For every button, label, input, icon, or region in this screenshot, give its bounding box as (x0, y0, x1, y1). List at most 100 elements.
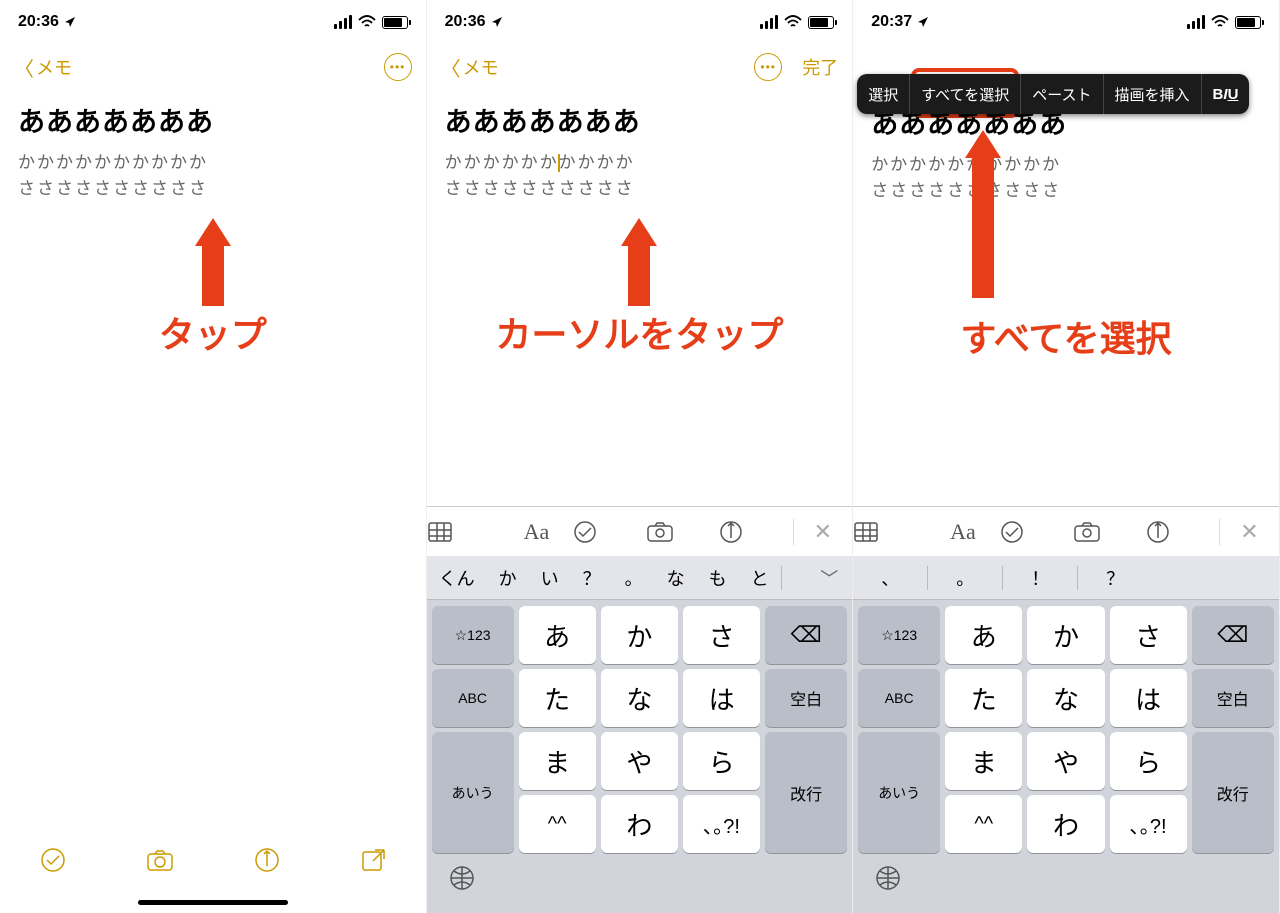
done-button[interactable]: 完了 (802, 54, 838, 80)
key-num[interactable]: ☆123 (858, 606, 940, 664)
suggestion[interactable]: 、 (853, 565, 927, 591)
key-punct[interactable]: ､｡?! (683, 795, 760, 853)
key-return[interactable]: 改行 (1192, 732, 1274, 853)
more-icon[interactable]: ••• (384, 53, 412, 81)
key-ma[interactable]: ま (519, 732, 596, 790)
key-ka[interactable]: か (601, 606, 678, 664)
key-ya[interactable]: や (601, 732, 678, 790)
key-na[interactable]: な (601, 669, 678, 727)
text-format-icon[interactable]: Aa (926, 519, 999, 545)
pen-icon[interactable] (254, 847, 280, 873)
key-emote[interactable]: ^^ (945, 795, 1022, 853)
suggestion[interactable]: 。 (613, 565, 655, 591)
camera-icon[interactable] (646, 521, 719, 543)
close-icon[interactable]: ✕ (1219, 519, 1279, 545)
suggestion[interactable]: くん (427, 565, 487, 591)
ctx-insert-drawing[interactable]: 描画を挿入 (1103, 74, 1201, 114)
check-icon[interactable] (573, 520, 646, 544)
table-icon[interactable] (853, 521, 926, 543)
suggestion[interactable]: 。 (928, 565, 1002, 591)
suggestion[interactable]: ？ (1078, 565, 1152, 591)
camera-icon[interactable] (145, 847, 175, 873)
keyboard-tool-row: Aa ✕ (427, 506, 853, 556)
more-icon[interactable]: ••• (754, 53, 782, 81)
back-button[interactable]: 〈 メモ (14, 53, 72, 82)
annotation-label: すべてを選択 (863, 310, 1269, 362)
close-icon[interactable]: ✕ (793, 519, 853, 545)
suggestion[interactable]: い (529, 565, 571, 591)
status-bar: 20:36 (0, 0, 426, 44)
wifi-icon (784, 15, 802, 29)
key-kana[interactable]: あいう (432, 732, 514, 853)
key-wa[interactable]: わ (1027, 795, 1104, 853)
suggestion[interactable]: と (739, 565, 781, 591)
ctx-paste[interactable]: ペースト (1020, 74, 1102, 114)
location-icon (63, 15, 77, 29)
table-icon[interactable] (427, 521, 500, 543)
suggestion[interactable]: ？ (571, 565, 613, 591)
key-sa[interactable]: さ (683, 606, 760, 664)
keyboard-tool-row: Aa ✕ (853, 506, 1279, 556)
key-ra[interactable]: ら (683, 732, 760, 790)
key-backspace[interactable]: ⌫ (1192, 606, 1274, 664)
annotation-label: タップ (159, 306, 267, 358)
text-format-icon[interactable]: Aa (500, 519, 573, 545)
key-abc[interactable]: ABC (858, 669, 940, 727)
key-emote[interactable]: ^^ (519, 795, 596, 853)
key-space[interactable]: 空白 (765, 669, 847, 727)
key-abc[interactable]: ABC (432, 669, 514, 727)
status-time: 20:37 (871, 13, 912, 31)
camera-icon[interactable] (1073, 521, 1146, 543)
key-num[interactable]: ☆123 (432, 606, 514, 664)
ctx-biu[interactable]: BIU (1201, 74, 1250, 114)
pen-icon[interactable] (719, 520, 792, 544)
nav-bar: 〈 メモ ••• (0, 44, 426, 90)
back-button[interactable]: 〈 メモ (441, 53, 499, 82)
note-body[interactable]: あああああああ かかかかかかかかかか ささささささささささ (427, 90, 853, 215)
check-icon[interactable] (40, 847, 66, 873)
key-space[interactable]: 空白 (1192, 669, 1274, 727)
key-ya[interactable]: や (1027, 732, 1104, 790)
key-a[interactable]: あ (945, 606, 1022, 664)
suggestion[interactable]: ！ (1003, 565, 1077, 591)
status-bar: 20:36 (427, 0, 853, 44)
compose-icon[interactable] (360, 847, 386, 873)
key-na[interactable]: な (1027, 669, 1104, 727)
globe-icon[interactable] (875, 865, 901, 891)
key-ha[interactable]: は (1110, 669, 1187, 727)
note-body[interactable]: あああああああ かかかかかかかかかか ささささささささささ (0, 90, 426, 215)
back-label: メモ (463, 54, 499, 80)
annotation-arrow: タップ (0, 218, 426, 358)
key-ta[interactable]: た (945, 669, 1022, 727)
suggestion[interactable]: も (697, 565, 739, 591)
ctx-select-all[interactable]: すべてを選択 (909, 74, 1020, 114)
suggestion-bar: くん か い ？ 。 な も と ﹀ (427, 556, 853, 600)
note-line-2: ささささささささささ (18, 176, 408, 202)
key-ta[interactable]: た (519, 669, 596, 727)
key-sa[interactable]: さ (1110, 606, 1187, 664)
suggestion[interactable]: な (655, 565, 697, 591)
key-ra[interactable]: ら (1110, 732, 1187, 790)
key-ha[interactable]: は (683, 669, 760, 727)
note-line-2: ささささささささささ (445, 176, 835, 202)
key-ma[interactable]: ま (945, 732, 1022, 790)
check-icon[interactable] (1000, 520, 1073, 544)
chevron-down-icon[interactable]: ﹀ (806, 565, 852, 591)
ctx-select[interactable]: 選択 (857, 74, 909, 114)
key-return[interactable]: 改行 (765, 732, 847, 853)
key-punct[interactable]: ､｡?! (1110, 795, 1187, 853)
keyboard-footer (853, 857, 1279, 913)
key-kana[interactable]: あいう (858, 732, 940, 853)
keyboard-footer (427, 857, 853, 913)
status-time: 20:36 (18, 13, 59, 31)
note-title: あああああああ (18, 102, 408, 144)
pen-icon[interactable] (1146, 520, 1219, 544)
key-ka[interactable]: か (1027, 606, 1104, 664)
key-a[interactable]: あ (519, 606, 596, 664)
key-wa[interactable]: わ (601, 795, 678, 853)
suggestion[interactable]: か (487, 565, 529, 591)
globe-icon[interactable] (449, 865, 475, 891)
annotation-arrow (853, 130, 1113, 298)
key-backspace[interactable]: ⌫ (765, 606, 847, 664)
status-time: 20:36 (445, 13, 486, 31)
